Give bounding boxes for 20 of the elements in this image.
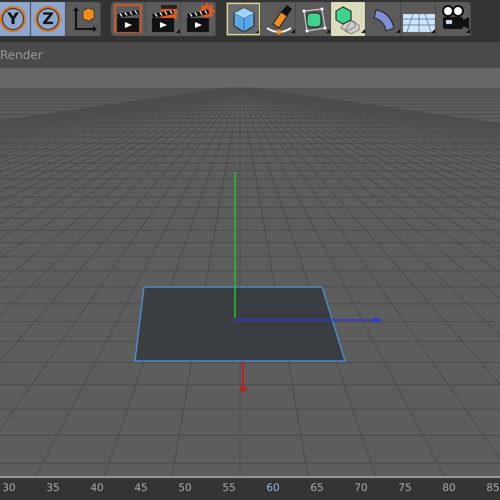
frame-label: 80 [441, 481, 457, 496]
frame-label: 75 [397, 481, 413, 496]
plane-object[interactable] [134, 286, 346, 362]
frame-label: 60 [265, 481, 281, 496]
frame-label: 55 [221, 481, 237, 496]
y-axis-handle[interactable] [234, 172, 236, 318]
cube-array-button[interactable] [331, 2, 366, 36]
frame-label: 40 [89, 481, 105, 496]
frame-label: 65 [309, 481, 325, 496]
frame-label: 45 [133, 481, 149, 496]
frame-label: 50 [177, 481, 193, 496]
frame-label: 70 [353, 481, 369, 496]
render-view-button[interactable] [111, 2, 146, 36]
frame-label: 30 [1, 481, 17, 496]
axis-lock-button[interactable]: Y [0, 2, 31, 36]
axis-lock-button[interactable]: Z [31, 2, 66, 36]
floor-button[interactable] [401, 2, 436, 36]
frame-label: 35 [45, 481, 61, 496]
cube-button[interactable] [226, 2, 261, 36]
frame-label: 85 [485, 481, 500, 496]
